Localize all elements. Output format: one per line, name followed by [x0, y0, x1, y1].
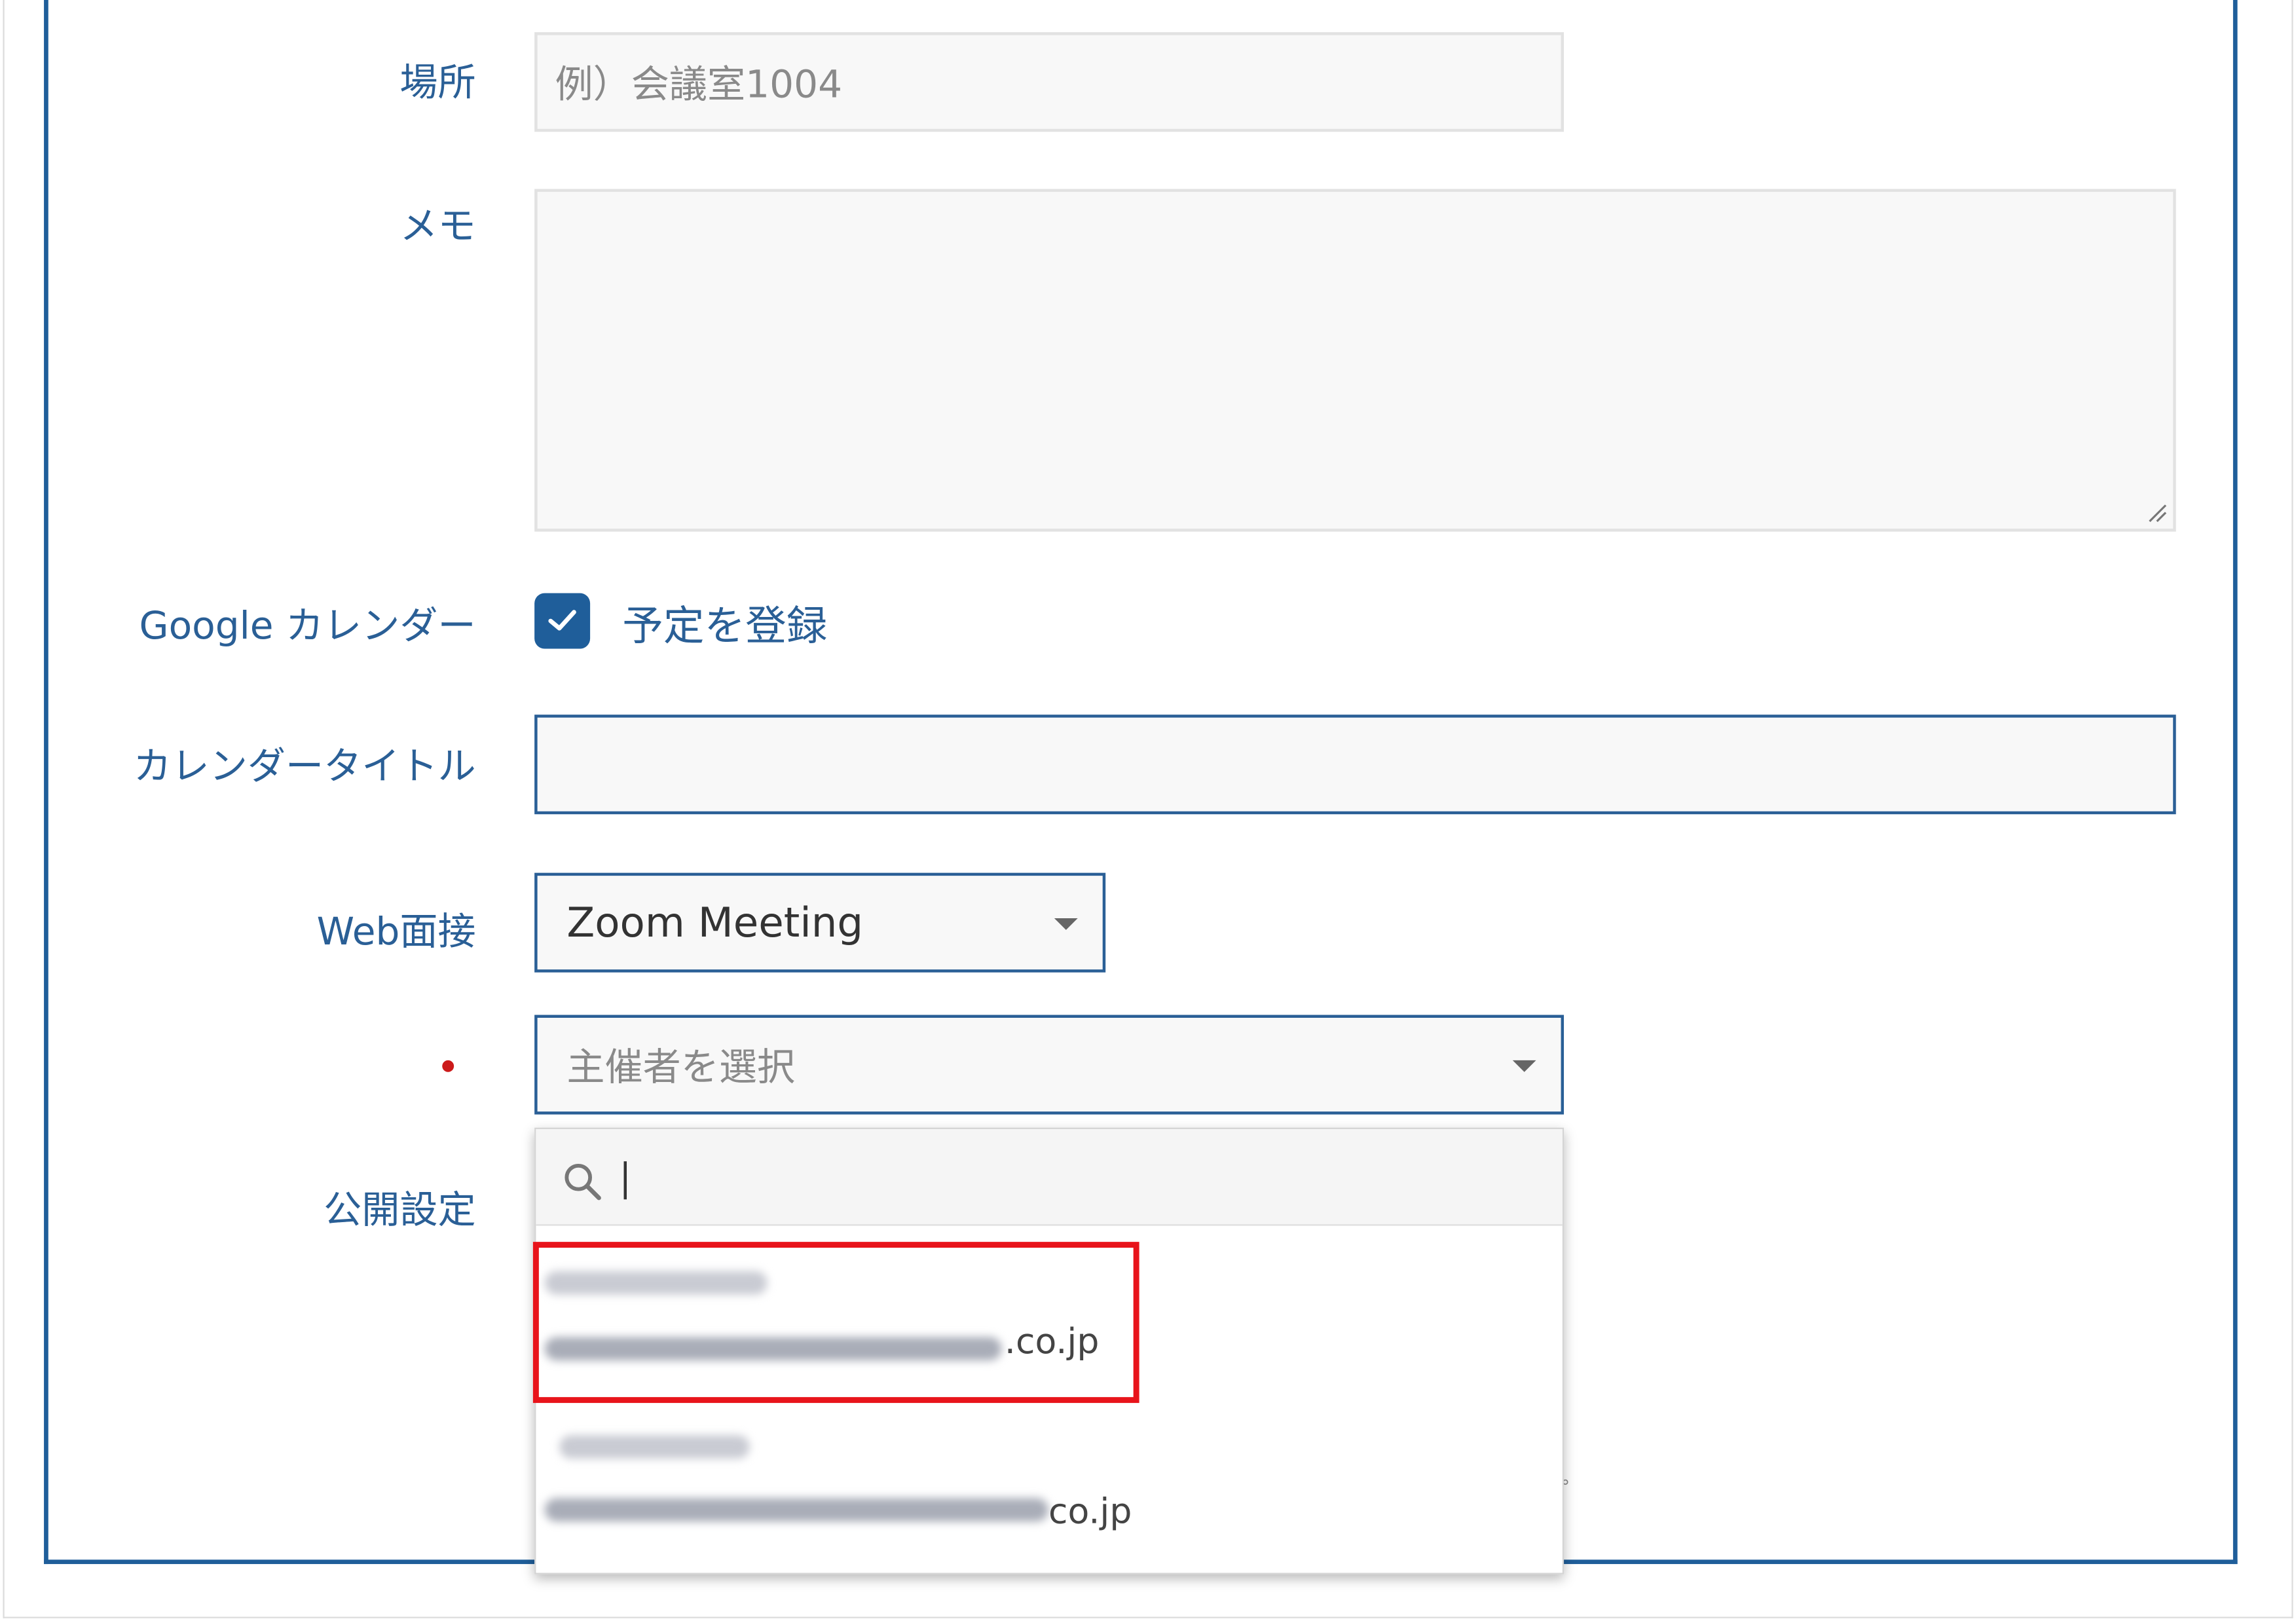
web-interview-label: Web面接 [316, 910, 476, 955]
organizer-option[interactable]: co.jp [536, 1415, 1562, 1576]
memo-textarea[interactable] [534, 189, 2176, 532]
visibility-label: 公開設定 [324, 1189, 476, 1233]
chevron-down-icon [1512, 1060, 1536, 1072]
redacted-name [559, 1435, 750, 1459]
text-cursor [623, 1161, 627, 1200]
google-calendar-label: Google カレンダー [139, 605, 476, 649]
location-placeholder: 例）会議室1004 [555, 64, 843, 108]
location-label: 場所 [399, 61, 476, 105]
screenshot-canvas: 場所 例）会議室1004 メモ Google カレンダー 予定を登録 カレンダー… [0, 0, 2296, 1621]
location-input[interactable]: 例）会議室1004 [534, 32, 1565, 132]
register-event-label[interactable]: 予定を登録 [622, 595, 827, 653]
web-interview-select[interactable]: Zoom Meeting [534, 872, 1106, 973]
web-interview-selected: Zoom Meeting [566, 898, 864, 947]
organizer-placeholder: 主催者を選択 [566, 1046, 796, 1090]
organizer-search-input[interactable] [536, 1128, 1563, 1226]
resize-grip-icon[interactable] [2147, 502, 2167, 523]
calendar-title-label: カレンダータイトル [133, 745, 476, 790]
register-event-checkbox[interactable] [534, 593, 591, 649]
redacted-email [544, 1498, 1048, 1522]
required-indicator [442, 1060, 454, 1072]
calendar-title-input[interactable] [534, 715, 2176, 815]
memo-label: メモ [399, 205, 476, 250]
organizer-select[interactable]: 主催者を選択 [534, 1015, 1565, 1115]
search-icon [565, 1163, 601, 1201]
checkmark-icon [548, 610, 576, 631]
highlight-box [532, 1242, 1139, 1404]
option-email-suffix: co.jp [1048, 1491, 1132, 1532]
chevron-down-icon [1054, 918, 1078, 930]
